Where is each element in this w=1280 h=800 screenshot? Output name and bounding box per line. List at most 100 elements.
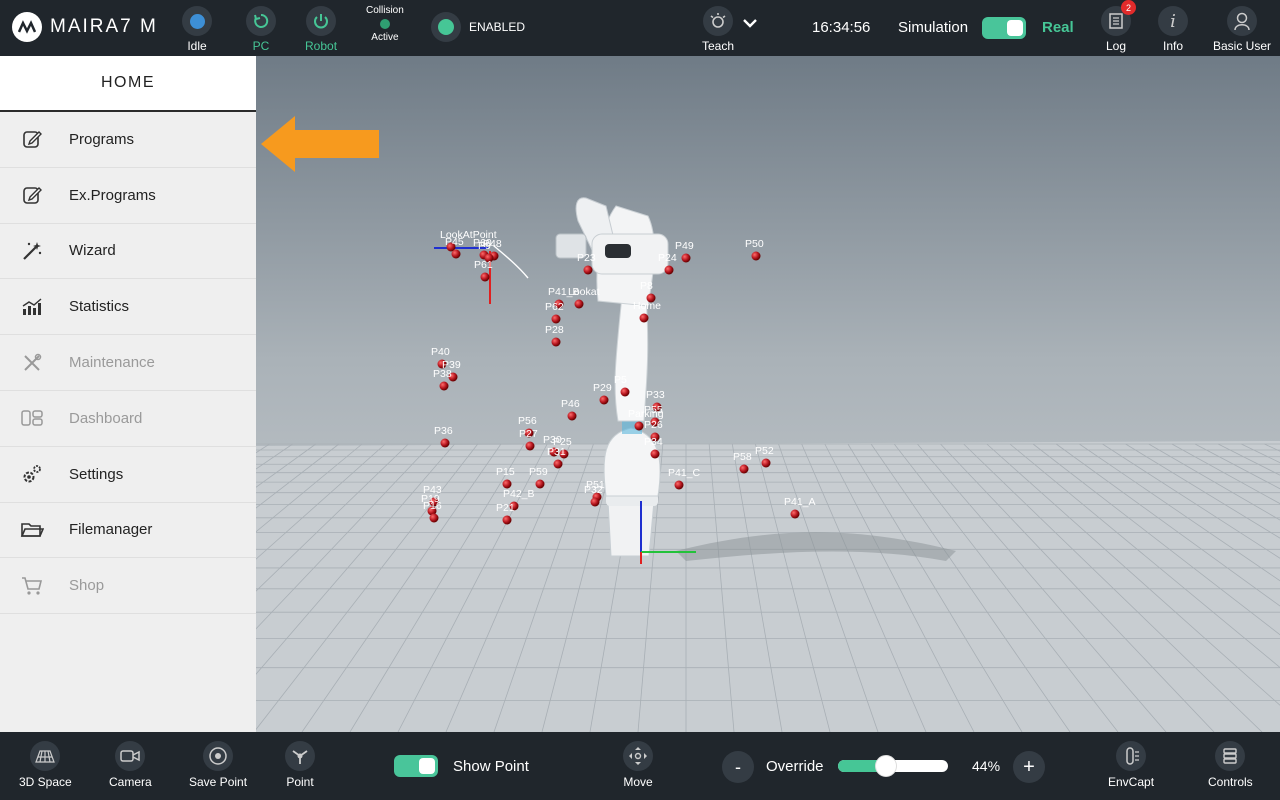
- point-label: P58: [733, 451, 752, 463]
- top-bar: MAIRA7 M Idle PC Robot Collision Active …: [0, 0, 1280, 56]
- idle-indicator-icon: [182, 6, 212, 36]
- move-arrows-icon: [623, 741, 653, 771]
- point-label: P42_B: [503, 488, 535, 500]
- override-plus-button[interactable]: +: [1013, 751, 1045, 783]
- log-badge: 2: [1121, 0, 1136, 15]
- sidebar-item-label: Settings: [69, 465, 124, 483]
- point-marker-p46[interactable]: P46: [561, 398, 580, 421]
- real-label: Real: [1042, 19, 1074, 36]
- collision-dot-icon: [379, 19, 390, 29]
- point-sphere: [480, 272, 490, 282]
- magic-wand-icon: [20, 239, 44, 263]
- point-marker-p28[interactable]: P28: [545, 324, 564, 347]
- collision-status[interactable]: Collision Active: [366, 5, 404, 43]
- teach-dropdown-chevron-down-icon[interactable]: [742, 16, 758, 34]
- teach-button[interactable]: Teach: [702, 6, 734, 53]
- point-marker-p29[interactable]: P29: [593, 382, 612, 405]
- point-sphere: [574, 299, 584, 309]
- point-sphere: [525, 441, 535, 451]
- envcapt-button[interactable]: EnvCapt: [1108, 741, 1154, 789]
- point-marker-lookat[interactable]: Lookat: [568, 286, 600, 309]
- log-button[interactable]: 2 Log: [1101, 0, 1136, 53]
- sidebar-item-dashboard: Dashboard: [0, 391, 256, 447]
- point-label: P34: [644, 436, 663, 448]
- sidebar-item-label: Statistics: [69, 298, 130, 316]
- 3d-scene[interactable]: LookAtPointP45 P60P48P9P61P23 P24P49 P50P41…: [256, 56, 1280, 732]
- point-sphere: [664, 265, 674, 275]
- point-sphere: [681, 253, 691, 263]
- info-button[interactable]: i Info: [1158, 6, 1188, 53]
- robot-power-icon: [306, 6, 337, 36]
- tools-icon: [20, 351, 44, 375]
- point-label: P26: [644, 419, 663, 431]
- status-pc[interactable]: PC: [246, 6, 276, 53]
- point-sphere: [599, 395, 609, 405]
- point-marker-p62[interactable]: P62: [545, 301, 564, 324]
- sidebar-item-filemanager[interactable]: Filemanager: [0, 503, 256, 559]
- point-sphere: [583, 265, 593, 275]
- sidebar: HOME Programs Ex.Programs Wizard Statistics…: [0, 56, 256, 732]
- point-label: P31: [547, 446, 566, 458]
- 3d-space-button[interactable]: 3D Space: [19, 741, 72, 789]
- point-sphere: [674, 480, 684, 490]
- sidebar-item-label: Dashboard: [69, 409, 143, 427]
- point-sphere: [553, 459, 563, 469]
- point-icon: [285, 741, 315, 771]
- controls-button[interactable]: Controls: [1208, 741, 1253, 789]
- 3d-viewport[interactable]: LookAtPoint P45 P60 P48 P9 P61 P23 P24 P49 P50 P41…: [256, 56, 1280, 732]
- user-button[interactable]: Basic User: [1213, 6, 1271, 53]
- gears-icon: [20, 462, 44, 486]
- point-marker-p50[interactable]: P50: [745, 238, 764, 261]
- point-label: P29: [593, 382, 612, 394]
- point-label: P50: [745, 238, 764, 250]
- log-icon: 2: [1101, 0, 1136, 36]
- status-idle[interactable]: Idle: [182, 6, 212, 53]
- point-marker-p49[interactable]: P49: [675, 240, 694, 263]
- bottom-bar: 3D Space Camera Save Point Point Show Po…: [0, 732, 1280, 800]
- status-robot[interactable]: Robot: [305, 6, 337, 53]
- point-marker-p38[interactable]: P38: [433, 368, 452, 391]
- pc-power-icon: [246, 6, 276, 36]
- point-sphere: [429, 513, 439, 523]
- camera-button[interactable]: Camera: [109, 741, 152, 789]
- point-button[interactable]: Point: [285, 741, 315, 789]
- override-slider[interactable]: [838, 755, 948, 777]
- save-point-button[interactable]: Save Point: [189, 741, 247, 789]
- logo: MAIRA7 M: [12, 12, 158, 42]
- highlight-arrow-icon: [261, 116, 379, 172]
- override-slider-thumb[interactable]: [875, 755, 898, 777]
- sidebar-item-settings[interactable]: Settings: [0, 447, 256, 503]
- floor-plane: [256, 441, 1280, 732]
- point-label: P41_C: [668, 467, 701, 479]
- sidebar-item-label: Ex.Programs: [69, 186, 156, 204]
- bar-chart-icon: [20, 295, 44, 319]
- simulation-real-toggle[interactable]: [982, 17, 1026, 39]
- home-header[interactable]: HOME: [0, 56, 256, 112]
- override-minus-button[interactable]: -: [722, 751, 754, 783]
- point-sphere: [440, 438, 450, 448]
- show-point-toggle[interactable]: [394, 755, 438, 777]
- maira-logo-icon: [12, 12, 42, 42]
- edit-icon: [20, 127, 44, 151]
- sidebar-item-ex-programs[interactable]: Ex.Programs: [0, 168, 256, 224]
- point-sphere: [761, 458, 771, 468]
- sidebar-item-programs[interactable]: Programs: [0, 112, 256, 168]
- move-button[interactable]: Move: [623, 741, 653, 789]
- sidebar-item-label: Shop: [69, 577, 105, 595]
- point-label: P5: [614, 374, 627, 386]
- sidebar-item-statistics[interactable]: Statistics: [0, 279, 256, 336]
- enable-toggle[interactable]: ENABLED: [431, 12, 525, 42]
- sidebar-item-wizard[interactable]: Wizard: [0, 224, 256, 280]
- show-point-label: Show Point: [453, 758, 529, 775]
- sidebar-item-shop: Shop: [0, 558, 256, 615]
- override-value: 44%: [972, 758, 1001, 774]
- point-label: P59: [529, 466, 548, 478]
- sidebar-item-label: Wizard: [69, 242, 116, 260]
- point-marker-p45[interactable]: P45: [445, 236, 464, 259]
- point-label: P16: [423, 500, 442, 512]
- point-marker-p23[interactable]: P23: [577, 252, 596, 275]
- info-icon: i: [1158, 6, 1188, 36]
- point-label: P40: [431, 346, 450, 358]
- point-label: P46: [561, 398, 580, 410]
- teach-icon: [703, 6, 734, 36]
